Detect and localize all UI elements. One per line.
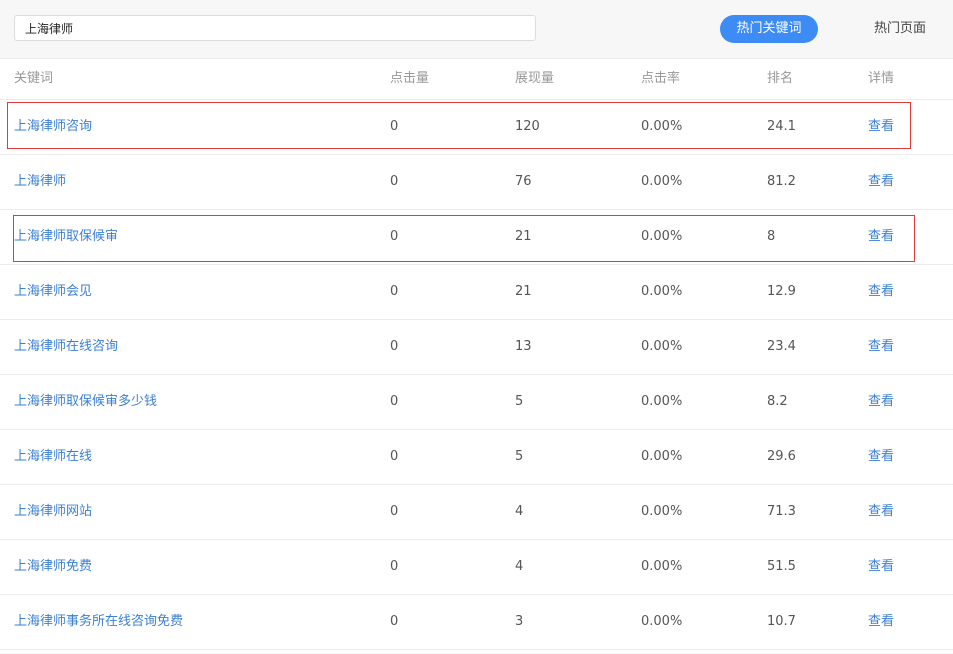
clicks-value: 0: [390, 614, 399, 629]
view-detail-link[interactable]: 查看: [868, 430, 894, 484]
table-row: 上海律师 0 76 0.00% 81.2 查看: [0, 155, 953, 210]
keyword-link[interactable]: 上海律师事务所在线咨询免费: [14, 595, 183, 649]
keyword-table: 关键词 点击量 展现量 点击率 排名 详情 上海律师咨询 0 120 0.00% 24.…: [0, 58, 953, 650]
table-row: 上海律师取保候审 0 21 0.00% 8 查看: [0, 210, 953, 265]
clicks-value: 0: [390, 229, 399, 244]
clicks-value: 0: [390, 559, 399, 574]
impressions-value: 120: [515, 119, 540, 134]
rank-value: 71.3: [767, 504, 796, 519]
keyword-link[interactable]: 上海律师取保候审多少钱: [14, 375, 157, 429]
ctr-value: 0.00%: [641, 449, 683, 464]
top-toolbar: 热门关键词 热门页面: [0, 0, 953, 59]
keyword-link[interactable]: 上海律师免费: [14, 540, 92, 594]
rank-value: 29.6: [767, 449, 796, 464]
rank-value: 23.4: [767, 339, 796, 354]
column-header-impressions: 展现量: [515, 71, 555, 86]
ctr-value: 0.00%: [641, 284, 683, 299]
view-detail-link[interactable]: 查看: [868, 155, 894, 209]
table-row: 上海律师免费 0 4 0.00% 51.5 查看: [0, 540, 953, 595]
table-row: 上海律师取保候审多少钱 0 5 0.00% 8.2 查看: [0, 375, 953, 430]
view-detail-link[interactable]: 查看: [868, 100, 894, 154]
search-input[interactable]: [14, 15, 536, 41]
keyword-link[interactable]: 上海律师: [14, 155, 66, 209]
table-row: 上海律师咨询 0 120 0.00% 24.1 查看: [0, 100, 953, 155]
ctr-value: 0.00%: [641, 614, 683, 629]
clicks-value: 0: [390, 504, 399, 519]
clicks-value: 0: [390, 449, 399, 464]
view-detail-link[interactable]: 查看: [868, 375, 894, 429]
table-row: 上海律师在线咨询 0 13 0.00% 23.4 查看: [0, 320, 953, 375]
view-detail-link[interactable]: 查看: [868, 595, 894, 649]
impressions-value: 76: [515, 174, 532, 189]
ctr-value: 0.00%: [641, 174, 683, 189]
clicks-value: 0: [390, 394, 399, 409]
view-detail-link[interactable]: 查看: [868, 320, 894, 374]
ctr-value: 0.00%: [641, 119, 683, 134]
impressions-value: 13: [515, 339, 532, 354]
keyword-link[interactable]: 上海律师网站: [14, 485, 92, 539]
impressions-value: 4: [515, 559, 524, 574]
tab-hot-pages[interactable]: 热门页面: [860, 15, 940, 43]
table-body: 上海律师咨询 0 120 0.00% 24.1 查看 上海律师 0 76 0.00% 81.2 查看上…: [0, 100, 953, 650]
view-detail-link[interactable]: 查看: [868, 265, 894, 319]
keyword-link[interactable]: 上海律师取保候审: [14, 210, 118, 264]
keyword-link[interactable]: 上海律师咨询: [14, 100, 92, 154]
impressions-value: 4: [515, 504, 524, 519]
rank-value: 12.9: [767, 284, 796, 299]
clicks-value: 0: [390, 174, 399, 189]
keyword-link[interactable]: 上海律师在线咨询: [14, 320, 118, 374]
view-detail-link[interactable]: 查看: [868, 485, 894, 539]
ctr-value: 0.00%: [641, 339, 683, 354]
rank-value: 51.5: [767, 559, 796, 574]
clicks-value: 0: [390, 339, 399, 354]
keyword-link[interactable]: 上海律师在线: [14, 430, 92, 484]
tab-hot-keywords[interactable]: 热门关键词: [720, 15, 818, 43]
rank-value: 81.2: [767, 174, 796, 189]
impressions-value: 21: [515, 229, 532, 244]
column-header-clicks: 点击量: [390, 71, 430, 86]
clicks-value: 0: [390, 119, 399, 134]
view-detail-link[interactable]: 查看: [868, 540, 894, 594]
column-header-rank: 排名: [767, 71, 794, 86]
clicks-value: 0: [390, 284, 399, 299]
table-row: 上海律师事务所在线咨询免费 0 3 0.00% 10.7 查看: [0, 595, 953, 650]
table-row: 上海律师会见 0 21 0.00% 12.9 查看: [0, 265, 953, 320]
ctr-value: 0.00%: [641, 394, 683, 409]
column-header-ctr: 点击率: [641, 71, 681, 86]
impressions-value: 5: [515, 449, 524, 464]
impressions-value: 3: [515, 614, 524, 629]
rank-value: 10.7: [767, 614, 796, 629]
ctr-value: 0.00%: [641, 504, 683, 519]
view-detail-link[interactable]: 查看: [868, 210, 894, 264]
keyword-link[interactable]: 上海律师会见: [14, 265, 92, 319]
rank-value: 8.2: [767, 394, 788, 409]
column-header-keyword: 关键词: [14, 71, 54, 86]
impressions-value: 5: [515, 394, 524, 409]
column-header-detail: 详情: [868, 71, 895, 86]
rank-value: 24.1: [767, 119, 796, 134]
rank-value: 8: [767, 229, 776, 244]
table-row: 上海律师在线 0 5 0.00% 29.6 查看: [0, 430, 953, 485]
impressions-value: 21: [515, 284, 532, 299]
ctr-value: 0.00%: [641, 229, 683, 244]
table-row: 上海律师网站 0 4 0.00% 71.3 查看: [0, 485, 953, 540]
table-header: 关键词 点击量 展现量 点击率 排名 详情: [0, 58, 953, 100]
ctr-value: 0.00%: [641, 559, 683, 574]
